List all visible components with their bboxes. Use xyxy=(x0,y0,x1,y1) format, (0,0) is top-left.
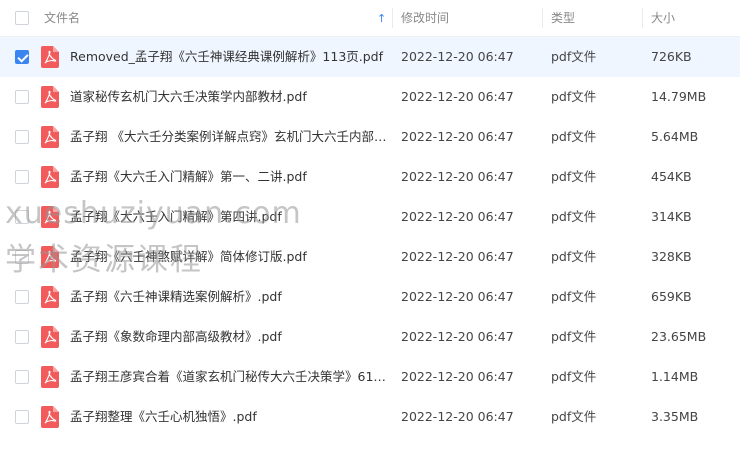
file-row[interactable]: 孟子翔《大六壬入门精解》第四讲.pdf 2022-12-20 06:47 pdf文件… xyxy=(0,197,740,237)
file-row[interactable]: 孟子翔《大六壬入门精解》第一、二讲.pdf 2022-12-20 06:47 pdf… xyxy=(0,157,740,197)
file-modified-time: 2022-12-20 06:47 xyxy=(401,329,514,344)
pdf-file-icon xyxy=(41,86,59,108)
pdf-file-icon xyxy=(41,46,59,68)
column-header-modified[interactable]: 修改时间 xyxy=(401,0,449,37)
pdf-file-icon xyxy=(41,366,59,388)
row-checkbox[interactable] xyxy=(15,370,29,384)
file-type: pdf文件 xyxy=(551,409,597,424)
file-row[interactable]: 孟子翔王彦宾合着《道家玄机门秘传大六壬决策学》61讲... 2022-12-20 … xyxy=(0,357,740,397)
file-modified-time: 2022-12-20 06:47 xyxy=(401,129,514,144)
file-list: 文件名 ↑ 修改时间 类型 大小 Removed_孟子翔《六壬神课经典课例解析》… xyxy=(0,0,740,437)
file-modified-time: 2022-12-20 06:47 xyxy=(401,409,514,424)
file-row[interactable]: 道家秘传玄机门大六壬决策学内部教材.pdf 2022-12-20 06:47 pdf… xyxy=(0,77,740,117)
file-name[interactable]: 孟子翔王彦宾合着《道家玄机门秘传大六壬决策学》61讲... xyxy=(70,357,388,397)
column-header-name[interactable]: 文件名 xyxy=(44,0,80,37)
file-name[interactable]: Removed_孟子翔《六壬神课经典课例解析》113页.pdf xyxy=(70,37,388,77)
row-checkbox[interactable] xyxy=(15,90,29,104)
file-size: 23.65MB xyxy=(651,329,707,344)
row-checkbox[interactable] xyxy=(15,410,29,424)
row-checkbox[interactable] xyxy=(15,50,29,64)
file-row[interactable]: 孟子翔 《大六壬分类案例详解点窍》玄机门大六壬内部晋... 2022-12-20 … xyxy=(0,117,740,157)
file-type: pdf文件 xyxy=(551,49,597,64)
file-size: 3.35MB xyxy=(651,409,699,424)
file-size: 726KB xyxy=(651,49,692,64)
file-modified-time: 2022-12-20 06:47 xyxy=(401,249,514,264)
pdf-file-icon xyxy=(41,326,59,348)
file-size: 328KB xyxy=(651,249,692,264)
file-type: pdf文件 xyxy=(551,369,597,384)
row-checkbox[interactable] xyxy=(15,330,29,344)
file-type: pdf文件 xyxy=(551,129,597,144)
select-all-checkbox[interactable] xyxy=(15,11,29,25)
pdf-file-icon xyxy=(41,166,59,188)
file-size: 314KB xyxy=(651,209,692,224)
file-modified-time: 2022-12-20 06:47 xyxy=(401,209,514,224)
file-size: 5.64MB xyxy=(651,129,699,144)
file-size: 1.14MB xyxy=(651,369,699,384)
file-name[interactable]: 孟子翔《大六壬入门精解》第四讲.pdf xyxy=(70,197,388,237)
file-rows: Removed_孟子翔《六壬神课经典课例解析》113页.pdf 2022-12-2… xyxy=(0,37,740,437)
file-row[interactable]: 孟子翔《象数命理内部高级教材》.pdf 2022-12-20 06:47 pdf文件… xyxy=(0,317,740,357)
file-name[interactable]: 孟子翔《象数命理内部高级教材》.pdf xyxy=(70,317,388,357)
file-size: 454KB xyxy=(651,169,692,184)
pdf-file-icon xyxy=(41,246,59,268)
file-modified-time: 2022-12-20 06:47 xyxy=(401,289,514,304)
file-name[interactable]: 孟子翔 《大六壬分类案例详解点窍》玄机门大六壬内部晋... xyxy=(70,117,388,157)
file-name[interactable]: 孟子翔《六壬神煞赋详解》简体修订版.pdf xyxy=(70,237,388,277)
sort-ascending-icon[interactable]: ↑ xyxy=(377,0,386,37)
file-modified-time: 2022-12-20 06:47 xyxy=(401,49,514,64)
file-row[interactable]: 孟子翔《六壬神课精选案例解析》.pdf 2022-12-20 06:47 pdf文件… xyxy=(0,277,740,317)
file-type: pdf文件 xyxy=(551,209,597,224)
file-type: pdf文件 xyxy=(551,89,597,104)
file-modified-time: 2022-12-20 06:47 xyxy=(401,169,514,184)
row-checkbox[interactable] xyxy=(15,290,29,304)
file-row[interactable]: 孟子翔《六壬神煞赋详解》简体修订版.pdf 2022-12-20 06:47 pdf… xyxy=(0,237,740,277)
pdf-file-icon xyxy=(41,406,59,428)
row-checkbox[interactable] xyxy=(15,210,29,224)
file-type: pdf文件 xyxy=(551,289,597,304)
file-type: pdf文件 xyxy=(551,169,597,184)
list-header: 文件名 ↑ 修改时间 类型 大小 xyxy=(0,0,740,37)
column-header-type[interactable]: 类型 xyxy=(551,0,575,37)
pdf-file-icon xyxy=(41,206,59,228)
file-name[interactable]: 道家秘传玄机门大六壬决策学内部教材.pdf xyxy=(70,77,388,117)
row-checkbox[interactable] xyxy=(15,130,29,144)
file-size: 659KB xyxy=(651,289,692,304)
file-name[interactable]: 孟子翔《六壬神课精选案例解析》.pdf xyxy=(70,277,388,317)
file-type: pdf文件 xyxy=(551,249,597,264)
file-name[interactable]: 孟子翔整理《六壬心机独悟》.pdf xyxy=(70,397,388,437)
row-checkbox[interactable] xyxy=(15,170,29,184)
pdf-file-icon xyxy=(41,126,59,148)
pdf-file-icon xyxy=(41,286,59,308)
file-type: pdf文件 xyxy=(551,329,597,344)
column-divider[interactable] xyxy=(542,8,543,28)
file-row[interactable]: 孟子翔整理《六壬心机独悟》.pdf 2022-12-20 06:47 pdf文件 3.… xyxy=(0,397,740,437)
row-checkbox[interactable] xyxy=(15,250,29,264)
file-size: 14.79MB xyxy=(651,89,707,104)
file-modified-time: 2022-12-20 06:47 xyxy=(401,369,514,384)
file-modified-time: 2022-12-20 06:47 xyxy=(401,89,514,104)
column-header-size[interactable]: 大小 xyxy=(651,0,675,37)
column-divider[interactable] xyxy=(392,8,393,28)
file-name[interactable]: 孟子翔《大六壬入门精解》第一、二讲.pdf xyxy=(70,157,388,197)
column-divider[interactable] xyxy=(642,8,643,28)
file-row[interactable]: Removed_孟子翔《六壬神课经典课例解析》113页.pdf 2022-12-2… xyxy=(0,37,740,77)
